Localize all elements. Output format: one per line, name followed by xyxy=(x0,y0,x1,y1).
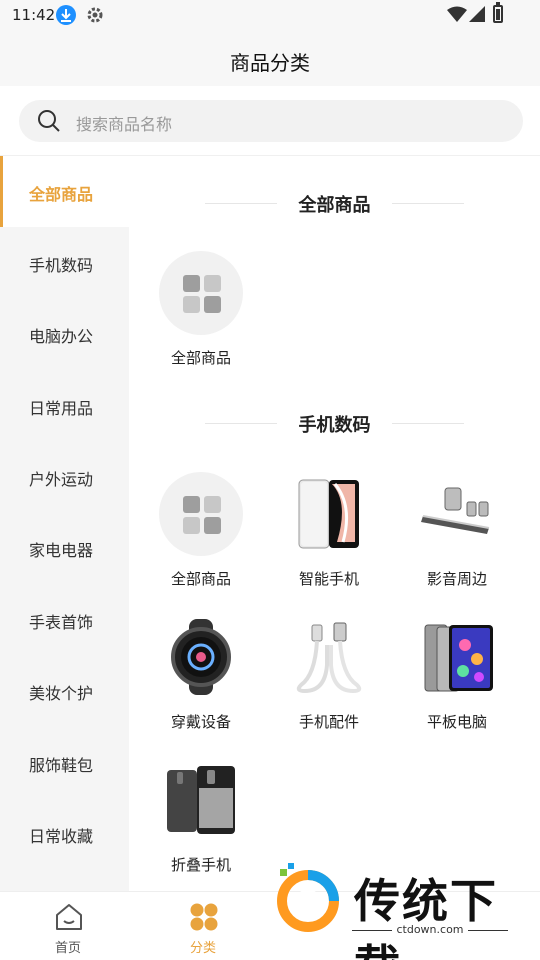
product-label: 穿戴设备 xyxy=(170,713,231,731)
sidebar-item-label: 全部商品 xyxy=(29,185,94,204)
sidebar-item-label: 手机数码 xyxy=(29,256,94,275)
sidebar-item-label: 电脑办公 xyxy=(29,327,94,346)
section-title-text: 全部商品 xyxy=(298,195,371,216)
product-cell[interactable]: 智能手机 xyxy=(256,472,384,602)
tablet-image xyxy=(415,615,499,699)
foldable-phone-image xyxy=(159,758,243,842)
sidebar-item-label: 家电电器 xyxy=(29,541,94,560)
product-cell[interactable]: 全部商品 xyxy=(128,472,256,602)
product-label: 全部商品 xyxy=(170,570,231,588)
sidebar-item-label: 服饰鞋包 xyxy=(29,756,94,775)
product-cell[interactable]: 折叠手机 xyxy=(128,758,256,888)
sidebar-item-collection[interactable]: 日常收藏 xyxy=(0,798,129,869)
product-cell[interactable]: 平板电脑 xyxy=(384,615,512,745)
nav-home[interactable]: 首页 xyxy=(23,892,113,960)
watermark-url: ctdown.com xyxy=(352,923,508,936)
download-icon xyxy=(56,5,76,25)
watermark: 传统下载 ctdown.com xyxy=(268,861,518,960)
product-label: 全部商品 xyxy=(170,349,231,367)
category-sidebar: 全部商品 手机数码 电脑办公 日常用品 户外运动 家电电器 手表首饰 美妆个护 … xyxy=(0,156,129,891)
sidebar-item-fashion[interactable]: 服饰鞋包 xyxy=(0,727,129,798)
status-bar: 11:42 xyxy=(0,0,540,32)
section-title: 全部商品 xyxy=(205,191,464,216)
nav-category[interactable]: 分类 xyxy=(158,892,248,960)
product-label: 平板电脑 xyxy=(426,713,487,731)
page-title: 商品分类 xyxy=(230,51,310,75)
gear-icon xyxy=(85,5,105,29)
nav-label: 首页 xyxy=(54,941,81,956)
sidebar-item-computer[interactable]: 电脑办公 xyxy=(0,298,129,369)
product-label: 手机配件 xyxy=(298,713,359,731)
home-icon xyxy=(54,902,84,936)
wifi-icon xyxy=(447,6,467,26)
sidebar-item-label: 美妆个护 xyxy=(29,684,94,703)
speaker-image xyxy=(415,472,499,556)
status-time: 11:42 xyxy=(12,6,56,24)
smartphone-image xyxy=(287,472,371,556)
divider xyxy=(392,203,464,204)
battery-icon xyxy=(493,2,503,23)
product-cell[interactable]: 全部商品 xyxy=(128,251,256,381)
sidebar-item-all[interactable]: 全部商品 xyxy=(0,156,129,227)
usb-cable-image xyxy=(287,615,371,699)
section-title: 手机数码 xyxy=(205,411,464,436)
header: 商品分类 xyxy=(0,32,540,86)
sidebar-item-watch[interactable]: 手表首饰 xyxy=(0,584,129,655)
sidebar-item-beauty[interactable]: 美妆个护 xyxy=(0,655,129,726)
section-title-text: 手机数码 xyxy=(298,415,371,436)
smartwatch-image xyxy=(159,615,243,699)
product-label: 折叠手机 xyxy=(170,856,231,874)
product-label: 影音周边 xyxy=(426,570,487,588)
search-icon xyxy=(37,109,61,137)
sidebar-item-digital[interactable]: 手机数码 xyxy=(0,227,129,298)
product-cell[interactable]: 穿戴设备 xyxy=(128,615,256,745)
sidebar-item-appliance[interactable]: 家电电器 xyxy=(0,512,129,583)
watermark-text: 传统下载 xyxy=(354,874,498,960)
sidebar-item-label: 日常收藏 xyxy=(29,827,94,846)
sidebar-item-outdoor[interactable]: 户外运动 xyxy=(0,441,129,512)
watermark-logo xyxy=(277,863,339,932)
grid-icon xyxy=(159,251,243,335)
search-placeholder: 搜索商品名称 xyxy=(76,115,173,134)
sidebar-item-daily[interactable]: 日常用品 xyxy=(0,370,129,441)
nav-label: 分类 xyxy=(189,941,216,956)
product-label: 智能手机 xyxy=(298,570,359,588)
product-cell[interactable]: 影音周边 xyxy=(384,472,512,602)
grid-icon xyxy=(159,472,243,556)
signal-icon xyxy=(469,6,485,26)
sidebar-item-label: 日常用品 xyxy=(29,399,94,418)
search-area: 搜索商品名称 xyxy=(0,86,540,156)
product-cell[interactable]: 手机配件 xyxy=(256,615,384,745)
sidebar-item-label: 手表首饰 xyxy=(29,613,94,632)
sidebar-item-label: 户外运动 xyxy=(29,470,94,489)
category-icon xyxy=(189,902,219,936)
divider xyxy=(392,423,464,424)
search-input[interactable]: 搜索商品名称 xyxy=(19,100,523,142)
